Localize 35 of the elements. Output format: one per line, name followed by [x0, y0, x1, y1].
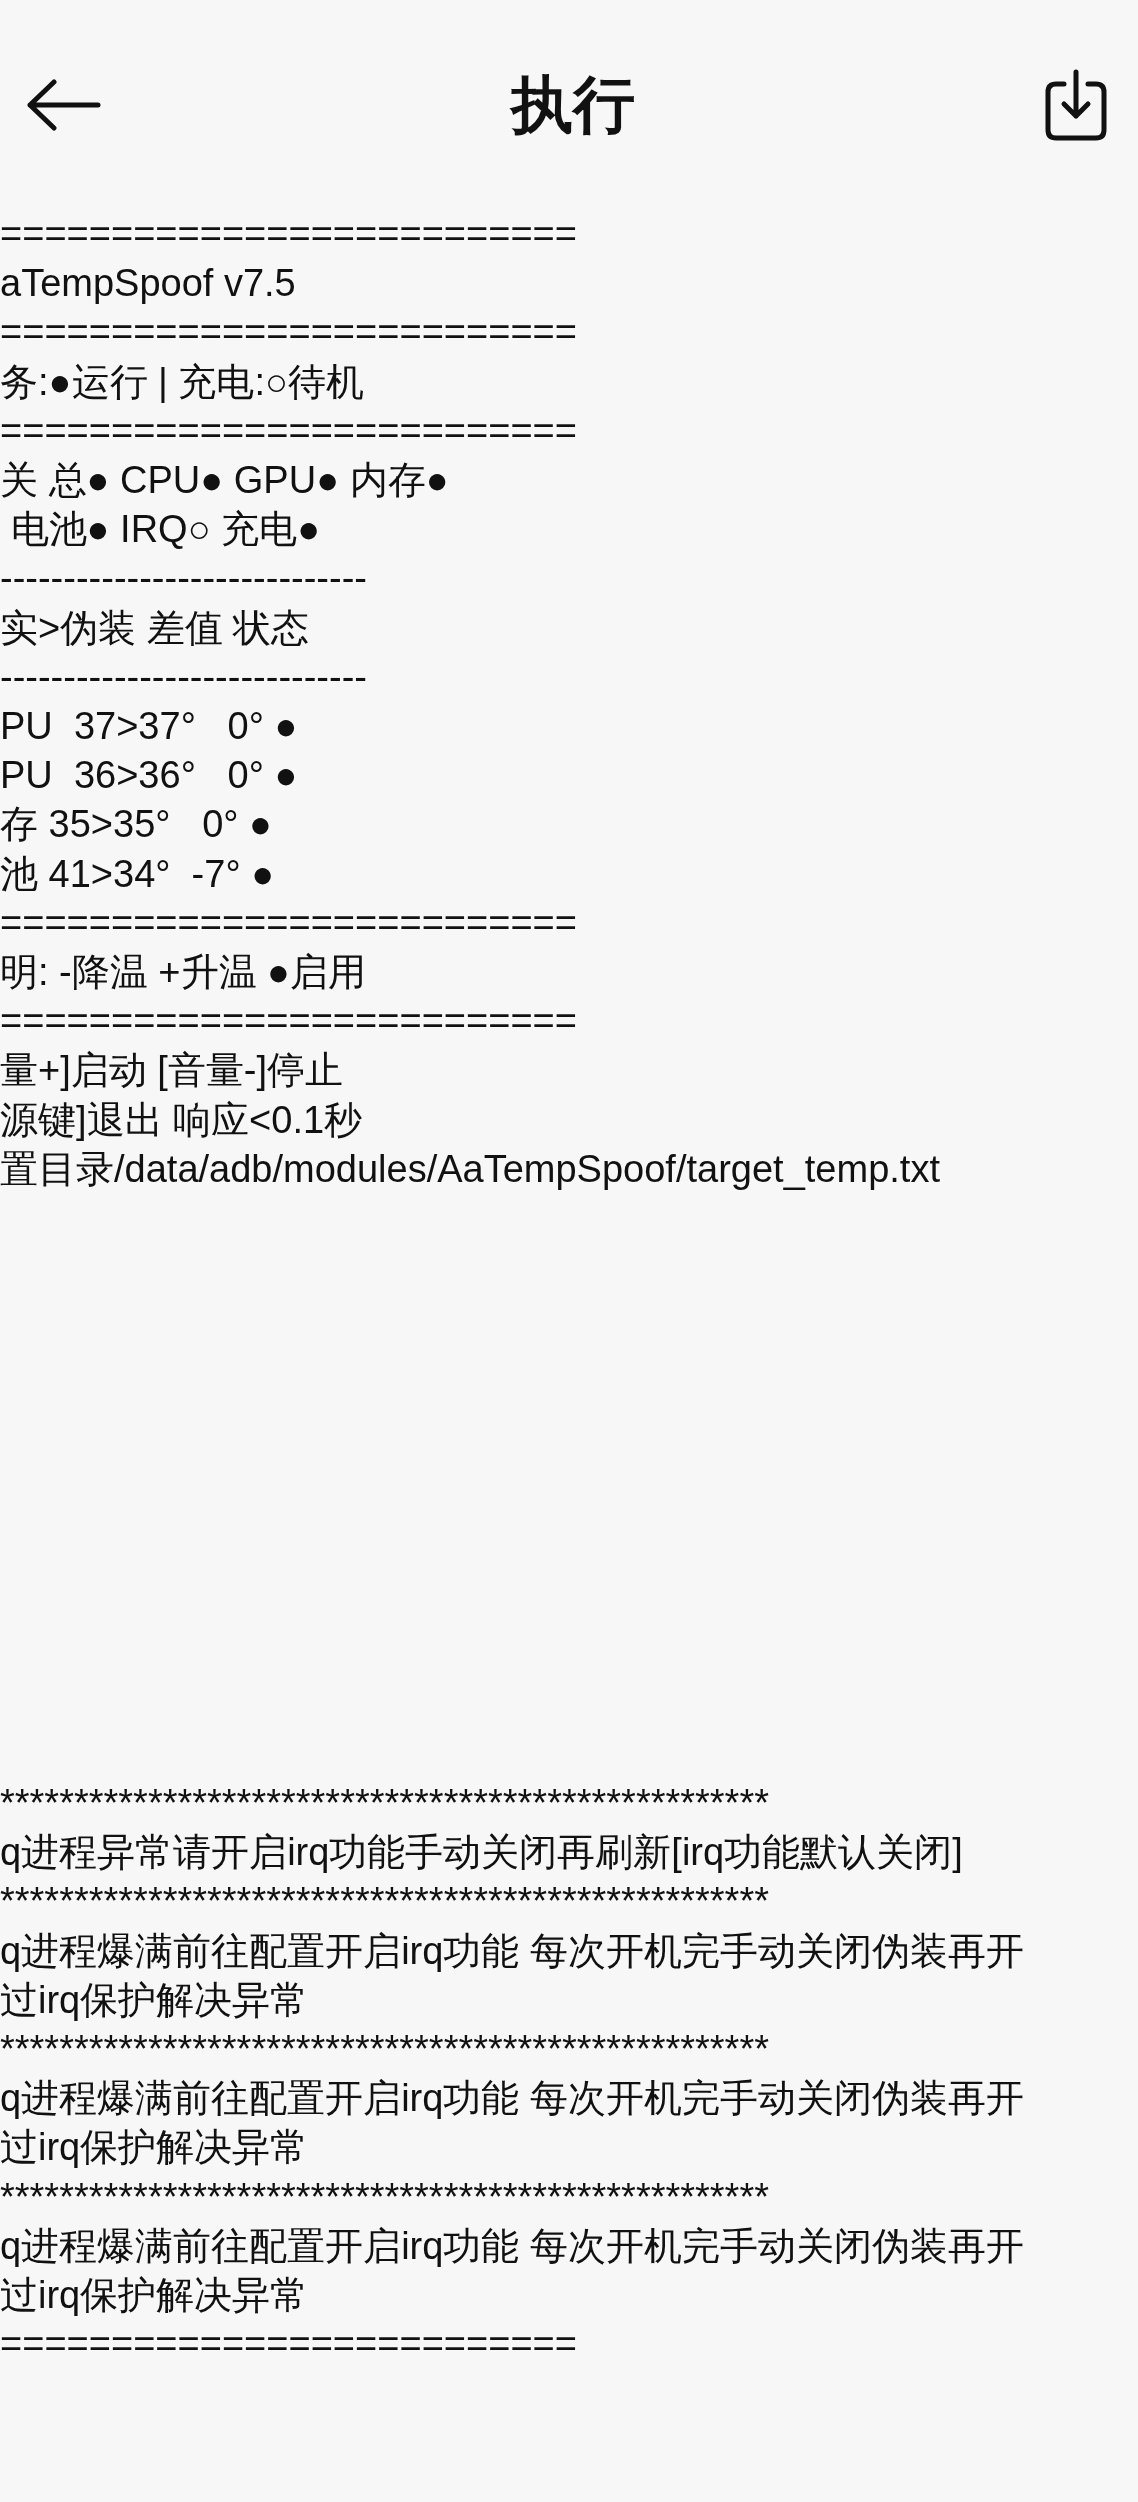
console-line: 存 35>35° 0° ●: [0, 802, 273, 848]
console-line: -----------------------------: [0, 654, 368, 700]
console-line: ==========================: [0, 999, 578, 1045]
console-line: 明: -降温 +升温 ●启用: [0, 950, 368, 996]
console-line: ****************************************************: [0, 1879, 770, 1925]
console-line: ****************************************************: [0, 1781, 770, 1827]
console-line: 源键]退出 响应<0.1秒: [0, 1097, 364, 1143]
console-line: 过irq保护解决异常: [0, 2125, 310, 2171]
console-line: ****************************************************: [0, 2027, 770, 2073]
console-line: PU 36>36° 0° ●: [0, 753, 299, 799]
console-line: ==========================: [0, 310, 578, 356]
console-line: 量+]启动 [音量-]停止: [0, 1048, 345, 1094]
console-line: q进程爆满前往配置开启irq功能 每次开机完手动关闭伪装再开: [0, 2076, 1025, 2122]
console-line: ==========================: [0, 408, 578, 454]
back-icon[interactable]: [26, 79, 102, 131]
console-line: 电池● IRQ○ 充电●: [9, 507, 322, 553]
console-line: PU 37>37° 0° ●: [0, 704, 299, 750]
console-line: q进程异常请开启irq功能手动关闭再刷新[irq功能默认关闭]: [0, 1830, 964, 1876]
console-line: 池 41>34° -7° ●: [0, 851, 276, 897]
console-line: ****************************************************: [0, 2174, 770, 2220]
console-line: q进程爆满前往配置开启irq功能 每次开机完手动关闭伪装再开: [0, 2223, 1025, 2269]
console-line: 置目录/data/adb/modules/AaTempSpoof/target_temp.txt: [0, 1146, 941, 1192]
console-line: q进程爆满前往配置开启irq功能 每次开机完手动关闭伪装再开: [0, 1928, 1025, 1974]
download-icon[interactable]: [1044, 68, 1108, 142]
console-line: 关 总● CPU● GPU● 内存●: [0, 458, 450, 503]
console-line: ==========================: [0, 900, 578, 946]
console-line: 务:●运行 | 充电:○待机: [0, 359, 365, 405]
console-line: aTempSpoof v7.5: [0, 261, 297, 307]
page-title: 执行: [511, 69, 635, 141]
console-line: ==========================: [0, 212, 578, 257]
console-line: -----------------------------: [0, 556, 368, 602]
console-line: 过irq保护解决异常: [0, 2273, 310, 2319]
console-line: 实>伪装 差值 状态: [0, 605, 311, 651]
console-line: ==========================: [0, 2322, 578, 2368]
console-line: 过irq保护解决异常: [0, 1977, 310, 2023]
